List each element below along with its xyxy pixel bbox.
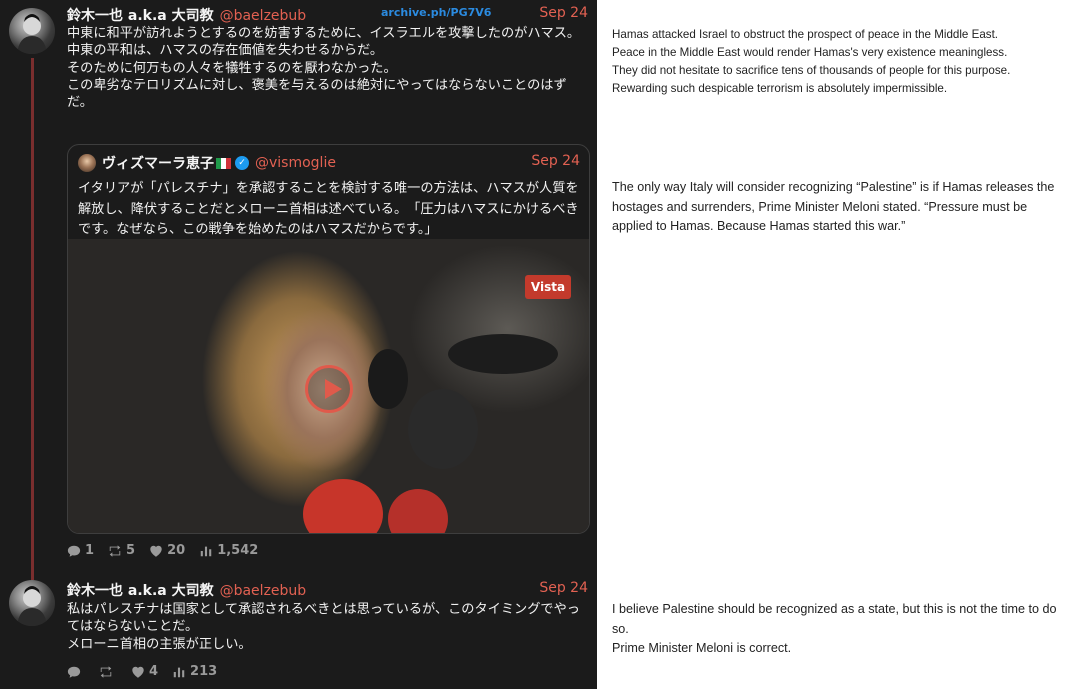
microphone <box>448 334 558 374</box>
views-icon <box>200 546 212 556</box>
translation-panel: Hamas attacked Israel to obstruct the pr… <box>597 0 1074 689</box>
quoted-tweet[interactable]: ヴィズマーラ恵子 ✓ @vismoglie Sep 24 イタリアが「パレスチナ… <box>67 144 590 534</box>
tweet-actions: 1 5 20 1,542 <box>67 543 258 558</box>
translation-2: The only way Italy will consider recogni… <box>612 180 1055 233</box>
translation-line: They did not hesitate to sacrifice tens … <box>612 64 1011 77</box>
retweet-icon <box>109 544 121 557</box>
microphone <box>388 489 448 533</box>
views-icon <box>173 667 185 677</box>
microphone <box>368 349 408 409</box>
tweet-date[interactable]: Sep 24 <box>531 153 580 169</box>
author-handle[interactable]: @baelzebub <box>220 583 307 599</box>
tweet-line: この卑劣なテロリズムに対し、褒美を与えるのは絶対にやってはならないことのはずだ。 <box>67 77 567 111</box>
tweet-line: そのために何万もの人々を犠牲するのを厭わなかった。 <box>67 60 397 76</box>
tweet-date[interactable]: Sep 24 <box>539 5 588 21</box>
tweet-line: 私はパレスチナは国家として承認されるべきとは思っているが、このタイミングでやって… <box>67 602 580 635</box>
view-count: 213 <box>190 664 218 679</box>
tweet-actions: 4 213 <box>67 664 217 679</box>
reply-button[interactable] <box>67 665 85 679</box>
reply-icon <box>67 545 81 557</box>
author-name[interactable]: ヴィズマーラ恵子 <box>102 153 214 173</box>
italy-flag-icon <box>216 157 231 169</box>
like-icon <box>150 545 162 557</box>
quoted-tweet-text: イタリアが「パレスチナ」を承認することを検討する唯一の方法は、ハマスが人質を解放… <box>78 181 579 237</box>
thread-line <box>31 58 34 580</box>
tweet-text: 私はパレスチナは国家として承認されるべきとは思っているが、このタイミングでやって… <box>67 601 592 653</box>
retweet-button[interactable]: 5 <box>108 543 135 558</box>
author-name[interactable]: 鈴木一也 a.k.a 大司教 <box>67 8 214 24</box>
author-handle[interactable]: @baelzebub <box>220 8 307 24</box>
microphone <box>408 389 478 469</box>
author-handle[interactable]: @vismoglie <box>255 155 336 171</box>
like-icon <box>132 666 144 678</box>
retweet-icon <box>100 665 112 678</box>
view-count: 1,542 <box>217 543 259 558</box>
tweet-line: メローニ首相の主張が正しい。 <box>67 636 252 652</box>
archive-link[interactable]: archive.ph/PG7V6 <box>381 6 491 19</box>
translation-1: Hamas attacked Israel to obstruct the pr… <box>612 26 1010 98</box>
tweet-header: 鈴木一也 a.k.a 大司教 @baelzebub <box>67 580 306 600</box>
channel-logo: Vista <box>525 275 571 299</box>
verified-icon: ✓ <box>235 156 249 170</box>
quoted-tweet-header: ヴィズマーラ恵子 ✓ @vismoglie <box>78 153 336 173</box>
translation-line: Peace in the Middle East would render Ha… <box>612 46 1008 59</box>
video-player[interactable]: Vista <box>68 239 589 533</box>
tweet-line: 中東の平和は、ハマスの存在価値を失わせるからだ。 <box>67 43 384 59</box>
tweet-date[interactable]: Sep 24 <box>539 580 588 596</box>
translation-3: I believe Palestine should be recognized… <box>612 600 1062 659</box>
like-count: 4 <box>149 664 159 679</box>
avatar[interactable] <box>9 580 55 626</box>
reply-icon <box>67 666 81 678</box>
reply-count: 1 <box>85 543 95 558</box>
like-count: 20 <box>167 543 186 558</box>
views-button[interactable]: 213 <box>172 664 217 679</box>
avatar[interactable] <box>9 8 55 54</box>
avatar[interactable] <box>78 154 96 172</box>
tweet-text: 中東に和平が訪れようとするのを妨害するために、イスラエルを攻撃したのがハマス。 … <box>67 25 592 111</box>
translation-line: Rewarding such despicable terrorism is a… <box>612 82 948 95</box>
retweet-button[interactable] <box>99 665 117 679</box>
author-name[interactable]: 鈴木一也 a.k.a 大司教 <box>67 583 214 599</box>
tweet-header: 鈴木一也 a.k.a 大司教 @baelzebub <box>67 5 306 25</box>
like-button[interactable]: 4 <box>131 664 158 679</box>
translation-line: Prime Minister Meloni is correct. <box>612 641 792 655</box>
microphone <box>303 479 383 533</box>
views-button[interactable]: 1,542 <box>199 543 258 558</box>
retweet-count: 5 <box>126 543 136 558</box>
reply-button[interactable]: 1 <box>67 543 94 558</box>
play-icon[interactable] <box>305 365 353 413</box>
translation-line: I believe Palestine should be recognized… <box>612 602 1057 636</box>
translation-line: Hamas attacked Israel to obstruct the pr… <box>612 28 999 41</box>
like-button[interactable]: 20 <box>149 543 185 558</box>
tweet-thread-panel: 鈴木一也 a.k.a 大司教 @baelzebub archive.ph/PG7V… <box>0 0 597 689</box>
tweet-line: 中東に和平が訪れようとするのを妨害するために、イスラエルを攻撃したのがハマス。 <box>67 26 581 41</box>
